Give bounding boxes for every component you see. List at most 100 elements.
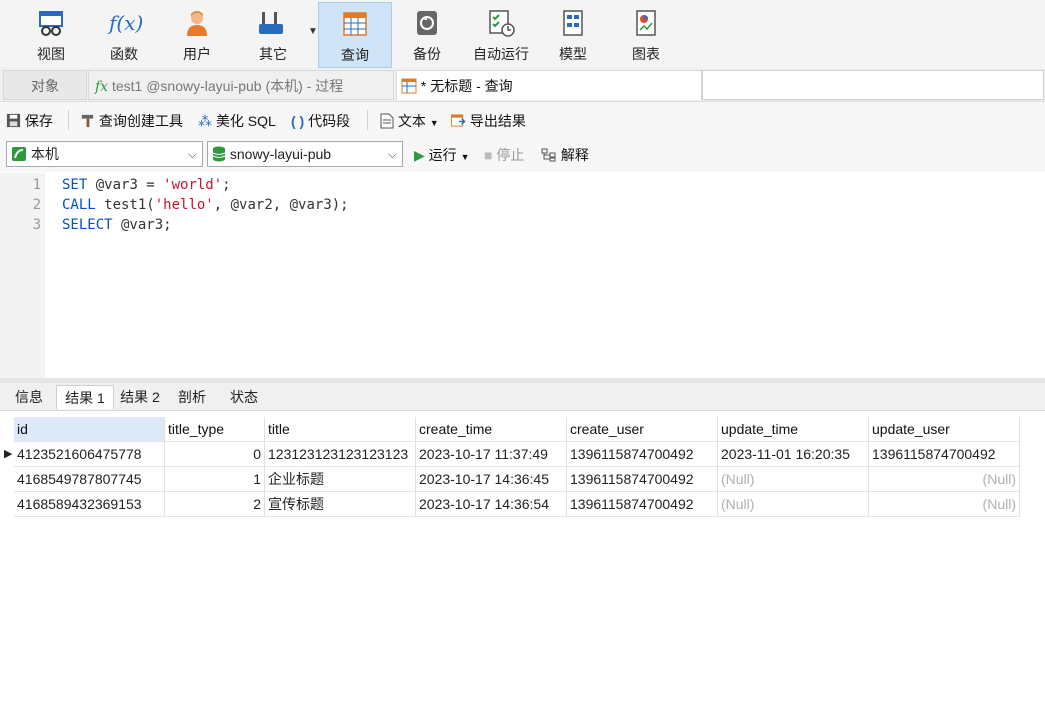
tab-objects[interactable]: 对象 xyxy=(3,70,87,100)
cell-update-user[interactable]: (Null) xyxy=(869,467,1020,492)
text-mode-button[interactable]: 文本 ▼ xyxy=(380,111,439,131)
cell-title-type[interactable]: 1 xyxy=(165,467,265,492)
cell-create-user[interactable]: 1396115874700492 xyxy=(567,442,718,467)
other-button[interactable]: ▼ 其它 xyxy=(236,2,320,66)
dropdown-arrow-icon[interactable]: ▼ xyxy=(461,152,470,162)
column-header-create-user[interactable]: create_user xyxy=(567,417,718,442)
explain-icon xyxy=(541,148,556,162)
beautify-sql-button[interactable]: ⁂ 美化 SQL xyxy=(198,111,276,131)
tab-bar-empty-area xyxy=(702,70,1044,100)
query-tab-icon xyxy=(401,78,417,94)
magic-wand-icon: ⁂ xyxy=(198,113,212,129)
run-label: 运行 xyxy=(428,147,457,163)
cell-title[interactable]: 企业标题 xyxy=(265,467,416,492)
cell-title[interactable]: 宣传标题 xyxy=(265,492,416,517)
save-button[interactable]: 保存 xyxy=(6,111,53,131)
tab-result-2[interactable]: 结果 2 xyxy=(114,385,166,409)
cell-create-time[interactable]: 2023-10-17 14:36:45 xyxy=(416,467,567,492)
column-header-update-time[interactable]: update_time xyxy=(718,417,869,442)
cell-title-type[interactable]: 0 xyxy=(165,442,265,467)
document-tab-bar: 对象 fx test1 @snowy-layui-pub (本机) - 过程 *… xyxy=(0,68,1045,102)
stop-button[interactable]: ■ 停止 xyxy=(484,145,524,165)
dropdown-arrow-icon[interactable]: ▼ xyxy=(308,26,318,37)
sql-text: ; xyxy=(222,177,231,193)
cell-create-time[interactable]: 2023-10-17 11:37:49 xyxy=(416,442,567,467)
code-line[interactable]: CALL test1('hello', @var2, @var3); xyxy=(62,197,349,213)
sql-string: 'world' xyxy=(163,177,223,193)
cell-id[interactable]: 4168589432369153 xyxy=(14,492,165,517)
automation-button[interactable]: 自动运行 xyxy=(464,2,538,66)
column-header-update-user[interactable]: update_user xyxy=(869,417,1020,442)
query-builder-button[interactable]: 查询创建工具 xyxy=(80,111,183,131)
main-ribbon: 视图 f(x) 函数 用户 ▼ 其它 查询 备份 自动运行 模型 图表 xyxy=(0,0,1045,68)
line-number: 3 xyxy=(32,217,41,233)
save-icon xyxy=(6,113,21,128)
export-results-button[interactable]: 导出结果 xyxy=(450,111,526,131)
connection-value: 本机 xyxy=(30,146,59,162)
function-button[interactable]: f(x) 函数 xyxy=(88,2,160,66)
tab-procedure[interactable]: fx test1 @snowy-layui-pub (本机) - 过程 xyxy=(88,70,394,100)
cell-update-time[interactable]: 2023-11-01 16:20:35 xyxy=(718,442,869,467)
code-line[interactable]: SET @var3 = 'world'; xyxy=(62,177,231,193)
tab-procedure-label: test1 @snowy-layui-pub (本机) - 过程 xyxy=(111,78,344,94)
function-label: 函数 xyxy=(110,46,138,62)
connection-bar: 本机 ⌵ snowy-layui-pub ⌵ ▶ 运行 ▼ ■ 停止 解释 xyxy=(0,138,1045,172)
backup-label: 备份 xyxy=(413,46,441,62)
cell-update-time[interactable]: (Null) xyxy=(718,467,869,492)
user-button[interactable]: 用户 xyxy=(160,2,234,66)
query-button[interactable]: 查询 xyxy=(318,2,392,68)
cell-id[interactable]: 4123521606475778 xyxy=(14,442,165,467)
code-snippet-label: 代码段 xyxy=(308,113,351,129)
tab-query[interactable]: * 无标题 - 查询 xyxy=(396,70,702,100)
model-button[interactable]: 模型 xyxy=(538,2,608,66)
run-button[interactable]: ▶ 运行 ▼ xyxy=(414,145,469,165)
query-table-icon xyxy=(343,12,367,36)
document-icon xyxy=(380,113,394,129)
tab-profile[interactable]: 剖析 xyxy=(167,385,217,409)
explain-label: 解释 xyxy=(560,147,589,163)
sql-keyword: CALL xyxy=(62,197,96,213)
text-mode-label: 文本 xyxy=(397,113,426,129)
column-header-id[interactable]: id xyxy=(14,417,165,442)
tab-query-label: * 无标题 - 查询 xyxy=(420,78,513,94)
tab-status[interactable]: 状态 xyxy=(219,385,269,409)
connection-select[interactable]: 本机 ⌵ xyxy=(6,141,203,167)
cell-id[interactable]: 4168549787807745 xyxy=(14,467,165,492)
cell-title-type[interactable]: 2 xyxy=(165,492,265,517)
dropdown-arrow-icon[interactable]: ▼ xyxy=(430,118,439,128)
column-header-title-type[interactable]: title_type xyxy=(165,417,265,442)
backup-button[interactable]: 备份 xyxy=(392,2,462,66)
code-line[interactable]: SELECT @var3; xyxy=(62,217,172,233)
database-select[interactable]: snowy-layui-pub ⌵ xyxy=(207,141,403,167)
export-results-label: 导出结果 xyxy=(469,113,526,129)
sql-editor[interactable]: 1 2 3 SET @var3 = 'world'; CALL test1('h… xyxy=(0,173,1045,378)
stop-icon: ■ xyxy=(484,147,493,163)
query-label: 查询 xyxy=(341,47,369,63)
view-button[interactable]: 视图 xyxy=(14,2,88,66)
cell-title[interactable]: 123123123123123123 xyxy=(265,442,416,467)
cell-create-user[interactable]: 1396115874700492 xyxy=(567,492,718,517)
column-header-title[interactable]: title xyxy=(265,417,416,442)
explain-button[interactable]: 解释 xyxy=(541,145,589,165)
cell-update-user[interactable]: 1396115874700492 xyxy=(869,442,1020,467)
tab-info[interactable]: 信息 xyxy=(4,385,54,409)
cell-update-time[interactable]: (Null) xyxy=(718,492,869,517)
user-icon xyxy=(187,11,207,36)
database-value: snowy-layui-pub xyxy=(229,146,332,162)
cell-create-time[interactable]: 2023-10-17 14:36:54 xyxy=(416,492,567,517)
backup-icon xyxy=(417,11,437,35)
procedure-icon: fx xyxy=(95,79,109,95)
cell-update-user[interactable]: (Null) xyxy=(869,492,1020,517)
other-label: 其它 xyxy=(259,46,287,62)
automation-label: 自动运行 xyxy=(473,46,529,62)
code-snippet-button[interactable]: ( ) 代码段 xyxy=(291,111,350,131)
connection-icon xyxy=(12,147,26,161)
chart-button[interactable]: 图表 xyxy=(610,2,682,66)
user-label: 用户 xyxy=(183,46,211,62)
function-icon: f(x) xyxy=(109,11,144,35)
cell-create-user[interactable]: 1396115874700492 xyxy=(567,467,718,492)
tab-result-1[interactable]: 结果 1 xyxy=(56,385,114,409)
column-header-create-time[interactable]: create_time xyxy=(416,417,567,442)
beautify-sql-label: 美化 SQL xyxy=(215,113,276,129)
tools-icon xyxy=(259,12,283,34)
